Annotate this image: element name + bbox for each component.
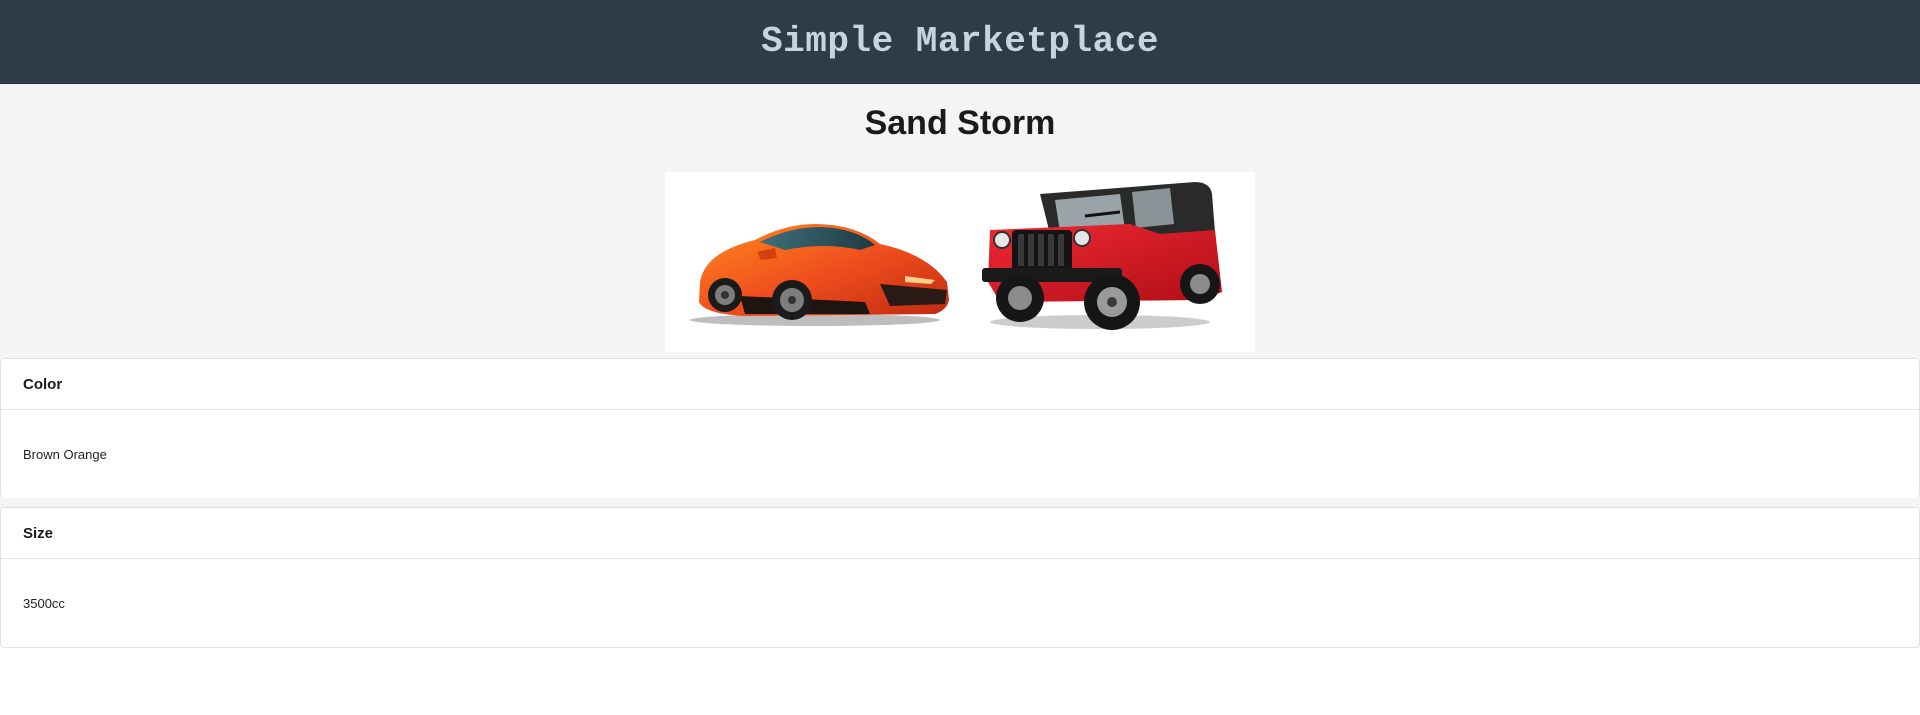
size-attribute-label: Size — [1, 508, 1919, 559]
product-title: Sand Storm — [864, 104, 1056, 142]
orange-sports-car-image — [690, 224, 949, 326]
product-section: Sand Storm — [0, 84, 1920, 358]
size-attribute-value: 3500cc — [23, 595, 65, 611]
site-header: Simple Marketplace — [0, 0, 1920, 84]
color-attribute-value: Brown Orange — [23, 446, 107, 462]
site-title: Simple Marketplace — [761, 21, 1159, 62]
panel-gap — [0, 498, 1920, 507]
product-image-gallery — [665, 172, 1255, 352]
color-attribute-panel: Color Brown Orange — [0, 358, 1920, 499]
size-attribute-panel: Size 3500cc — [0, 507, 1920, 648]
color-attribute-label: Color — [1, 359, 1919, 410]
red-jeep-image — [982, 182, 1222, 330]
